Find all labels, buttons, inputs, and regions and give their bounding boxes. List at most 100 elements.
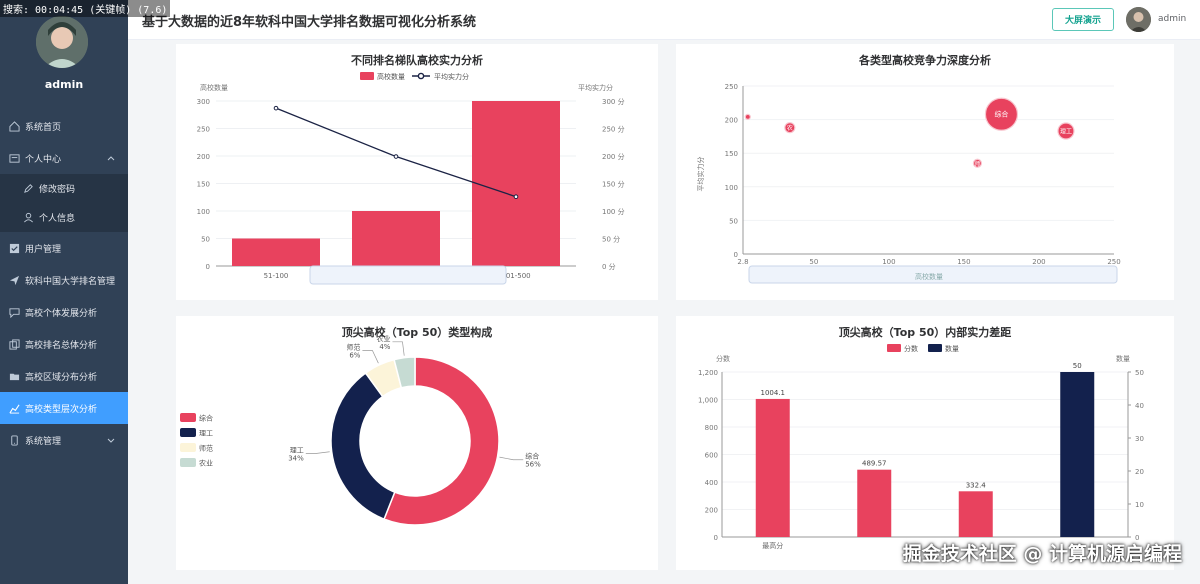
pie-label-line — [305, 451, 330, 454]
y-tick-right: 30 — [1135, 435, 1144, 443]
send-icon — [8, 274, 20, 286]
pie-label-line — [499, 456, 524, 461]
chat-icon — [8, 306, 20, 318]
y-axis-left-label: 分数 — [716, 354, 730, 363]
bar-value-label: 332.4 — [966, 481, 987, 489]
chevron-up-icon — [106, 153, 116, 163]
type-competitiveness-card: 各类型高校竞争力深度分析 0 50 100 150 200 250 2.8 50 100 150 2… — [676, 44, 1174, 300]
y-tick-right: 50 分 — [602, 235, 620, 244]
y-tick-left: 400 — [705, 479, 718, 487]
user-center-icon — [8, 152, 20, 164]
tier-strength-card: 不同排名梯队高校实力分析 高校数量 平均实力分 高校数量 平均实力分 0 0 分 50 50 … — [176, 44, 658, 300]
y-tick-label: 150 — [725, 150, 738, 158]
pie-label-value: 56% — [525, 461, 541, 469]
y-tick-right: 250 分 — [602, 125, 625, 134]
x-tick-label: 51-100 — [264, 272, 289, 280]
sidebar: admin 系统首页 个人中心 修改密码 个人信息 用户管理 软科中国大学排名管… — [0, 0, 128, 584]
header-username[interactable]: admin — [1158, 14, 1186, 24]
sidebar-item-label: 高校类型层次分析 — [25, 404, 98, 415]
y-tick-left: 200 — [197, 153, 210, 161]
sidebar-item-overall-analysis[interactable]: 高校排名总体分析 — [0, 328, 128, 360]
y-tick-right: 10 — [1135, 501, 1144, 509]
top50-type-card: 顶尖高校（Top 50）类型构成 综合 56% 理工 34% 师范 6% 农业 4% 综合 理工师… — [176, 316, 658, 570]
sidebar-item-label: 修改密码 — [39, 185, 76, 195]
y-tick-left: 100 — [197, 208, 210, 216]
line-point — [513, 194, 519, 199]
pie-label-name: 农业 — [376, 334, 390, 343]
legend-label: 高校数量 — [377, 72, 405, 81]
legend-label: 师范 — [199, 444, 213, 453]
x-tick-label: 2.8 — [737, 258, 748, 266]
sidebar-item-system-management[interactable]: 系统管理 — [0, 424, 128, 456]
legend-swatch-line-dot — [417, 72, 425, 80]
x-tick-label: 50 — [809, 258, 818, 266]
sidebar-item-change-password[interactable]: 修改密码 — [0, 174, 128, 203]
sidebar-item-personal-center[interactable]: 个人中心 — [0, 142, 128, 174]
y-tick-left: 50 — [201, 236, 210, 244]
pie-label-value: 6% — [349, 352, 360, 360]
sidebar-item-profile[interactable]: 个人信息 — [0, 203, 128, 232]
sidebar-item-type-analysis[interactable]: 高校类型层次分析 — [0, 392, 128, 424]
home-icon — [8, 120, 20, 132]
legend-label: 分数 — [904, 344, 918, 353]
x-tick-label: 100 — [882, 258, 895, 266]
y-tick-left: 150 — [197, 181, 210, 189]
bar-mark — [857, 469, 892, 537]
header-avatar[interactable] — [1126, 7, 1151, 32]
chevron-down-icon — [106, 435, 116, 445]
y-tick-label: 250 — [725, 83, 738, 91]
x-tick-label: 200 — [1032, 258, 1045, 266]
bubble-label: 理工 — [1060, 129, 1072, 136]
legend-label: 理工 — [199, 430, 213, 438]
bar-mark — [472, 101, 560, 266]
y-tick-right: 150 分 — [602, 180, 625, 189]
x-tick-label: 最高分 — [762, 541, 783, 550]
legend-label: 综合 — [199, 414, 213, 423]
line-point — [273, 105, 279, 111]
y-axis-right-label: 平均实力分 — [578, 83, 613, 92]
legend-swatch — [928, 344, 942, 352]
legend-swatch-bar — [360, 72, 374, 80]
sidebar-item-region-analysis[interactable]: 高校区域分布分析 — [0, 360, 128, 392]
x-tick-label: 250 — [1107, 258, 1120, 266]
folder-icon — [8, 370, 20, 382]
pie-label-name: 师范 — [346, 343, 360, 352]
y-axis-right-label: 数量 — [1116, 354, 1130, 363]
sidebar-menu: 系统首页 个人中心 修改密码 个人信息 用户管理 软科中国大学排名管理 高校个体… — [0, 110, 128, 456]
legend-swatch — [180, 413, 196, 422]
y-axis-left-label: 高校数量 — [200, 83, 228, 92]
pie-label-line — [362, 350, 379, 364]
sidebar-item-label: 高校区域分布分析 — [25, 372, 98, 383]
x-tick-label: 150 — [957, 258, 970, 266]
video-overlay-text: 搜索: 00:04:45 (关键帧) (7.6) — [0, 0, 171, 17]
user-avatar[interactable] — [36, 16, 88, 68]
legend-label: 农业 — [199, 459, 213, 468]
y-tick-right: 200 分 — [602, 152, 625, 161]
zoom-slider — [309, 265, 507, 285]
bubble-label: 师 — [974, 160, 980, 168]
sidebar-item-individual-analysis[interactable]: 高校个体发展分析 — [0, 296, 128, 328]
bubble-label: 综合 — [994, 110, 1008, 119]
y-tick-left: 1,200 — [698, 369, 718, 377]
y-tick-right: 20 — [1135, 468, 1144, 476]
sidebar-item-label: 个人中心 — [25, 154, 62, 165]
sidebar-username: admin — [44, 78, 84, 91]
sidebar-item-user-management[interactable]: 用户管理 — [0, 232, 128, 264]
big-screen-button[interactable]: 大屏演示 — [1052, 8, 1114, 31]
legend-swatch — [887, 344, 901, 352]
bar-mark — [958, 491, 993, 537]
y-tick-right: 40 — [1135, 402, 1144, 410]
sidebar-item-home[interactable]: 系统首页 — [0, 110, 128, 142]
pie-label-value: 4% — [379, 343, 390, 351]
bubble-label: 农 — [787, 124, 793, 132]
user-manage-icon — [8, 242, 20, 254]
sidebar-item-ranking-management[interactable]: 软科中国大学排名管理 — [0, 264, 128, 296]
y-tick-right: 100 分 — [602, 207, 625, 216]
y-tick-label: 100 — [725, 184, 738, 192]
x-axis-label: 高校数量 — [915, 272, 943, 281]
y-tick-right: 50 — [1135, 369, 1144, 377]
analysis-icon — [8, 402, 20, 414]
type-competitiveness-chart: 0501001502002502.8 50 100 150 200 250平均实力分高校数… — [696, 83, 1121, 284]
person-icon — [22, 212, 34, 224]
y-tick-left: 250 — [197, 126, 210, 134]
